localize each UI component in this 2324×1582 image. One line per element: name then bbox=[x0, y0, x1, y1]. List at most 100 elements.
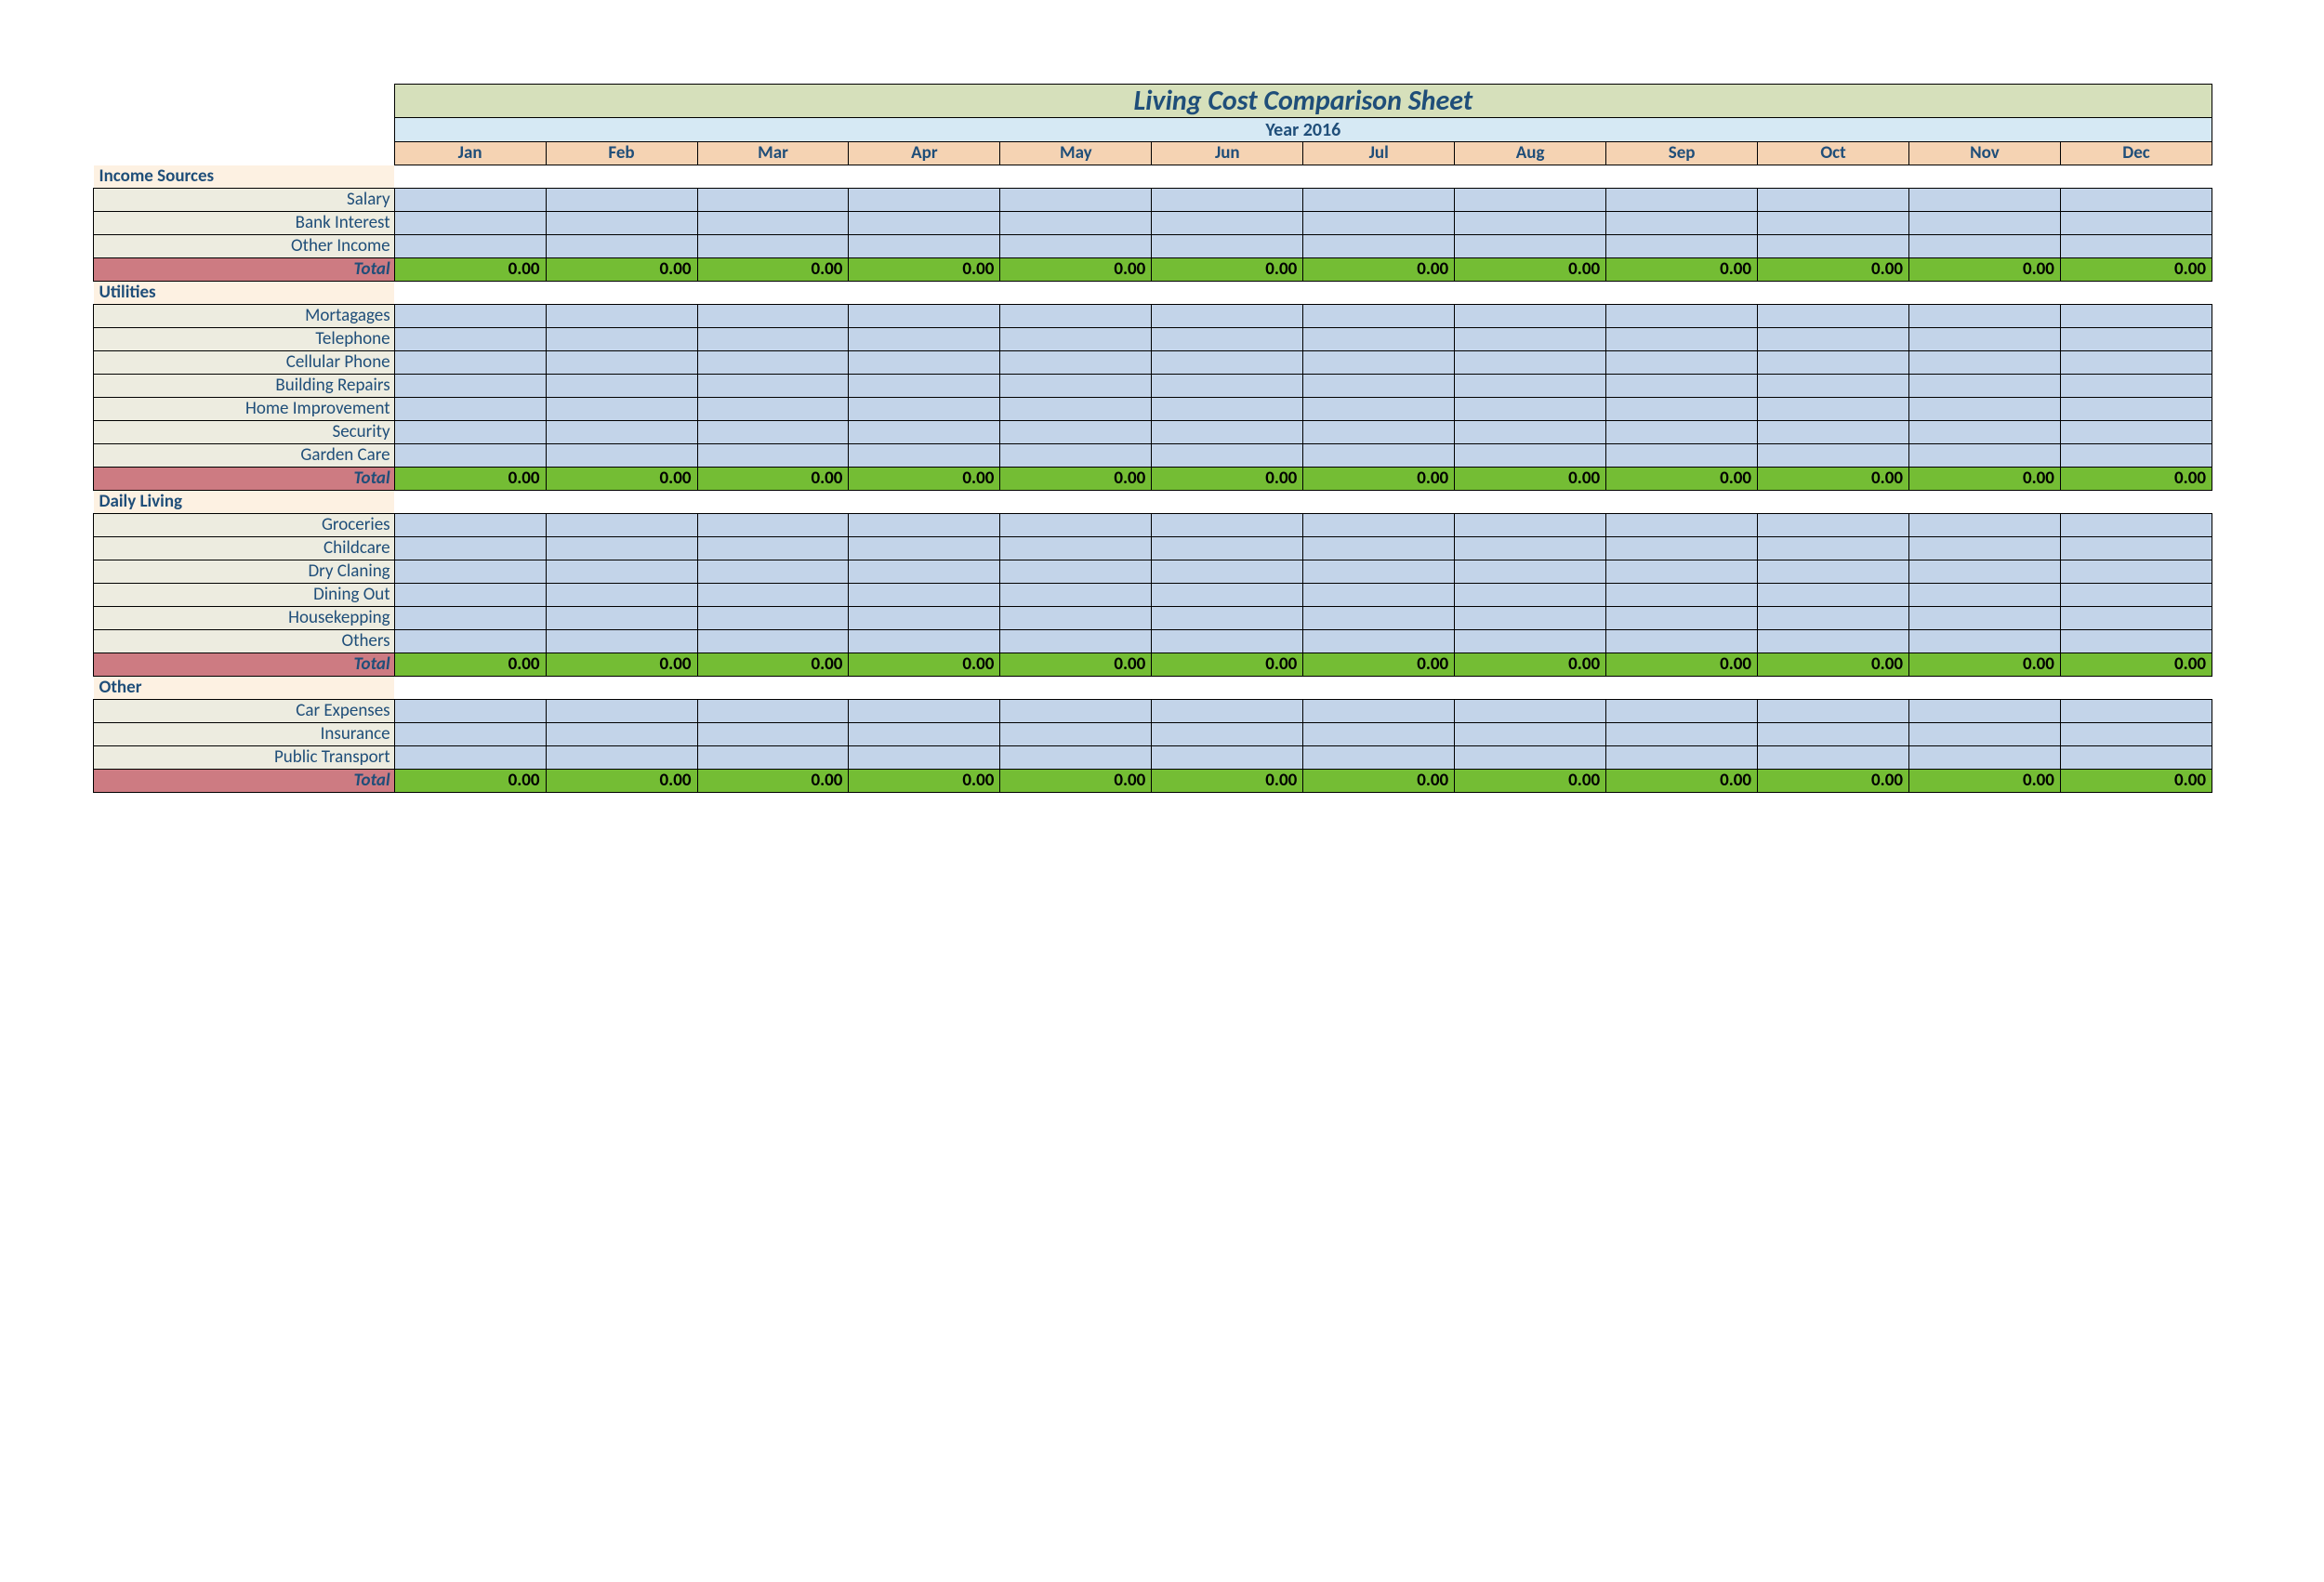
data-cell[interactable] bbox=[697, 188, 849, 211]
data-cell[interactable] bbox=[849, 513, 1000, 536]
data-cell[interactable] bbox=[697, 211, 849, 234]
data-cell[interactable] bbox=[1000, 211, 1152, 234]
data-cell[interactable] bbox=[849, 327, 1000, 350]
data-cell[interactable] bbox=[697, 443, 849, 467]
data-cell[interactable] bbox=[1455, 745, 1606, 769]
data-cell[interactable] bbox=[1758, 304, 1909, 327]
data-cell[interactable] bbox=[1152, 443, 1303, 467]
data-cell[interactable] bbox=[1000, 304, 1152, 327]
data-cell[interactable] bbox=[1909, 699, 2061, 722]
data-cell[interactable] bbox=[1152, 350, 1303, 374]
data-cell[interactable] bbox=[1000, 699, 1152, 722]
data-cell[interactable] bbox=[1000, 745, 1152, 769]
data-cell[interactable] bbox=[1455, 699, 1606, 722]
data-cell[interactable] bbox=[546, 443, 697, 467]
data-cell[interactable] bbox=[1606, 188, 1758, 211]
data-cell[interactable] bbox=[1303, 536, 1455, 560]
data-cell[interactable] bbox=[1455, 327, 1606, 350]
data-cell[interactable] bbox=[697, 374, 849, 397]
data-cell[interactable] bbox=[849, 397, 1000, 420]
data-cell[interactable] bbox=[1303, 397, 1455, 420]
data-cell[interactable] bbox=[1909, 560, 2061, 583]
data-cell[interactable] bbox=[394, 536, 546, 560]
data-cell[interactable] bbox=[1606, 420, 1758, 443]
data-cell[interactable] bbox=[1909, 629, 2061, 653]
data-cell[interactable] bbox=[1455, 722, 1606, 745]
data-cell[interactable] bbox=[1152, 188, 1303, 211]
data-cell[interactable] bbox=[849, 420, 1000, 443]
data-cell[interactable] bbox=[1000, 536, 1152, 560]
data-cell[interactable] bbox=[1909, 443, 2061, 467]
data-cell[interactable] bbox=[1758, 536, 1909, 560]
data-cell[interactable] bbox=[394, 350, 546, 374]
data-cell[interactable] bbox=[1909, 745, 2061, 769]
data-cell[interactable] bbox=[1606, 443, 1758, 467]
data-cell[interactable] bbox=[394, 722, 546, 745]
data-cell[interactable] bbox=[1606, 536, 1758, 560]
data-cell[interactable] bbox=[1152, 304, 1303, 327]
data-cell[interactable] bbox=[1455, 374, 1606, 397]
data-cell[interactable] bbox=[1152, 327, 1303, 350]
data-cell[interactable] bbox=[1152, 234, 1303, 257]
data-cell[interactable] bbox=[1303, 722, 1455, 745]
data-cell[interactable] bbox=[1000, 722, 1152, 745]
data-cell[interactable] bbox=[1758, 513, 1909, 536]
data-cell[interactable] bbox=[546, 745, 697, 769]
data-cell[interactable] bbox=[1909, 606, 2061, 629]
data-cell[interactable] bbox=[849, 699, 1000, 722]
data-cell[interactable] bbox=[394, 304, 546, 327]
data-cell[interactable] bbox=[1152, 745, 1303, 769]
data-cell[interactable] bbox=[1606, 327, 1758, 350]
data-cell[interactable] bbox=[2060, 745, 2212, 769]
data-cell[interactable] bbox=[1303, 606, 1455, 629]
data-cell[interactable] bbox=[849, 374, 1000, 397]
data-cell[interactable] bbox=[1000, 513, 1152, 536]
data-cell[interactable] bbox=[697, 234, 849, 257]
data-cell[interactable] bbox=[1455, 350, 1606, 374]
data-cell[interactable] bbox=[849, 188, 1000, 211]
data-cell[interactable] bbox=[1758, 188, 1909, 211]
data-cell[interactable] bbox=[1758, 374, 1909, 397]
data-cell[interactable] bbox=[394, 699, 546, 722]
data-cell[interactable] bbox=[1758, 350, 1909, 374]
data-cell[interactable] bbox=[1455, 583, 1606, 606]
data-cell[interactable] bbox=[849, 606, 1000, 629]
data-cell[interactable] bbox=[1303, 211, 1455, 234]
data-cell[interactable] bbox=[1758, 699, 1909, 722]
data-cell[interactable] bbox=[849, 629, 1000, 653]
data-cell[interactable] bbox=[394, 629, 546, 653]
data-cell[interactable] bbox=[1455, 629, 1606, 653]
data-cell[interactable] bbox=[1152, 513, 1303, 536]
data-cell[interactable] bbox=[1606, 629, 1758, 653]
data-cell[interactable] bbox=[1758, 420, 1909, 443]
data-cell[interactable] bbox=[697, 560, 849, 583]
data-cell[interactable] bbox=[1000, 629, 1152, 653]
data-cell[interactable] bbox=[1455, 420, 1606, 443]
data-cell[interactable] bbox=[1606, 350, 1758, 374]
data-cell[interactable] bbox=[546, 327, 697, 350]
data-cell[interactable] bbox=[2060, 560, 2212, 583]
data-cell[interactable] bbox=[1000, 374, 1152, 397]
data-cell[interactable] bbox=[697, 536, 849, 560]
data-cell[interactable] bbox=[1455, 188, 1606, 211]
data-cell[interactable] bbox=[1606, 234, 1758, 257]
data-cell[interactable] bbox=[697, 722, 849, 745]
data-cell[interactable] bbox=[1000, 606, 1152, 629]
data-cell[interactable] bbox=[1909, 327, 2061, 350]
data-cell[interactable] bbox=[546, 234, 697, 257]
data-cell[interactable] bbox=[849, 536, 1000, 560]
data-cell[interactable] bbox=[1303, 629, 1455, 653]
data-cell[interactable] bbox=[546, 536, 697, 560]
data-cell[interactable] bbox=[1303, 420, 1455, 443]
data-cell[interactable] bbox=[697, 420, 849, 443]
data-cell[interactable] bbox=[394, 188, 546, 211]
data-cell[interactable] bbox=[2060, 327, 2212, 350]
data-cell[interactable] bbox=[1758, 560, 1909, 583]
data-cell[interactable] bbox=[697, 350, 849, 374]
data-cell[interactable] bbox=[1303, 234, 1455, 257]
data-cell[interactable] bbox=[1909, 304, 2061, 327]
data-cell[interactable] bbox=[849, 304, 1000, 327]
data-cell[interactable] bbox=[849, 560, 1000, 583]
data-cell[interactable] bbox=[546, 606, 697, 629]
data-cell[interactable] bbox=[1303, 327, 1455, 350]
